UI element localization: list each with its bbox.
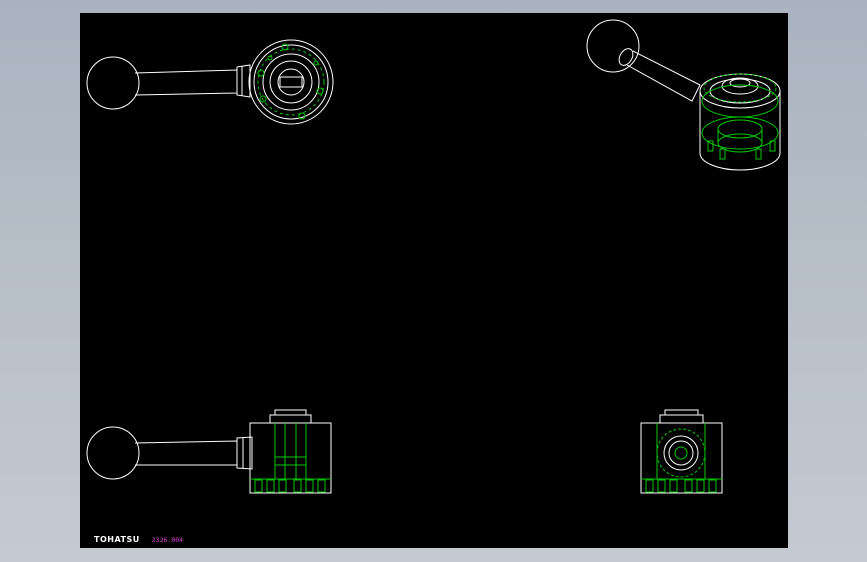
side-view xyxy=(640,409,723,494)
top-view xyxy=(86,39,334,125)
top-view-hidden-lines xyxy=(257,43,325,120)
front-view-handle xyxy=(134,440,238,466)
title-block: TOHATSU 2326.004 xyxy=(94,535,183,544)
isometric-view xyxy=(586,19,781,171)
top-view-knob xyxy=(86,56,140,110)
front-view-hidden-lines xyxy=(250,423,331,493)
front-view-knob xyxy=(86,426,140,480)
iso-view-handle xyxy=(626,50,701,102)
brand-label: TOHATSU xyxy=(94,535,140,544)
iso-view-knob xyxy=(586,19,640,73)
part-number: 2326.004 xyxy=(151,536,184,544)
top-view-handle xyxy=(134,69,238,96)
top-view-body-outer xyxy=(248,39,334,125)
cad-canvas[interactable] xyxy=(80,13,788,548)
side-view-hidden-lines xyxy=(641,423,722,493)
front-view xyxy=(86,409,332,494)
drawing-sheet: TOHATSU 2326.004 xyxy=(80,13,788,548)
